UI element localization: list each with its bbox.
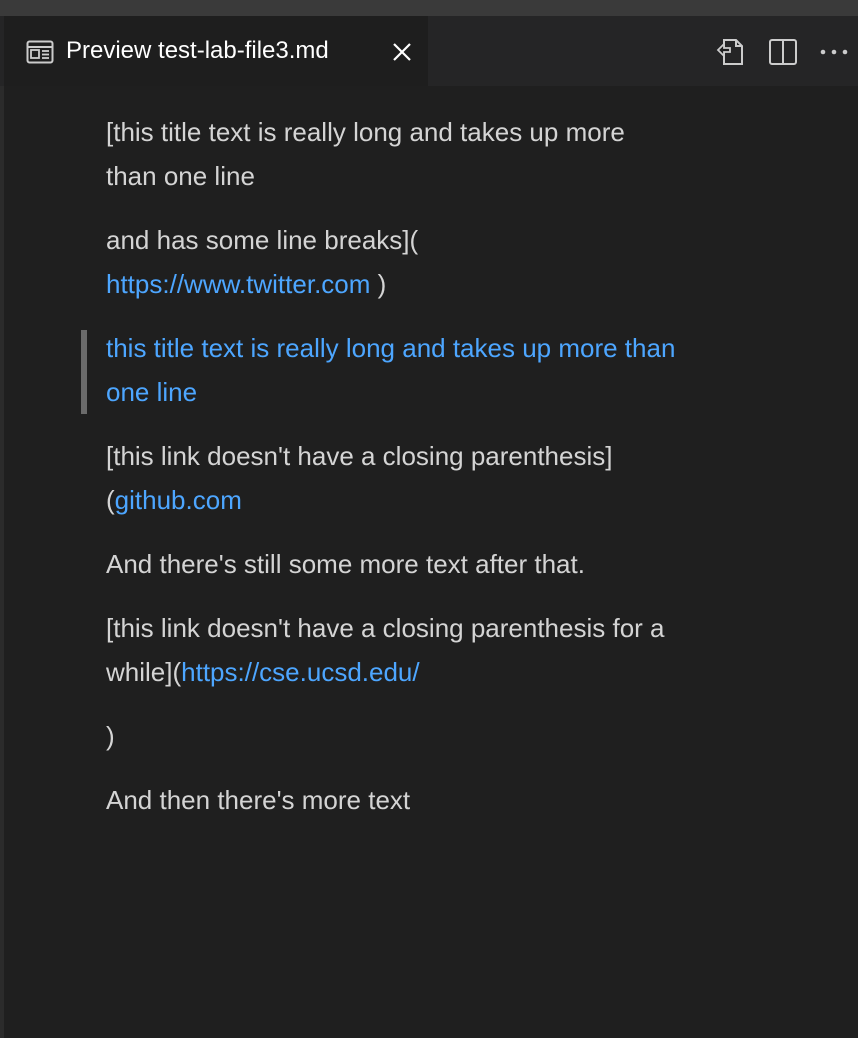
- blockquote-bar: [81, 330, 87, 414]
- text-line: and has some line breaks](: [106, 225, 419, 255]
- paragraph-2: and has some line breaks]( https://www.t…: [106, 218, 766, 306]
- paragraph-7: And then there's more text: [106, 785, 411, 815]
- paragraph-4: And there's still some more text after t…: [106, 549, 585, 579]
- title-bar-strip: [0, 0, 858, 16]
- text-line: [this link doesn't have a closing parent…: [106, 441, 613, 471]
- text-suffix: ): [370, 269, 387, 299]
- paragraph-6: ): [106, 721, 115, 751]
- blockquote-link[interactable]: this title text is really long and takes…: [106, 333, 675, 407]
- more-actions-icon[interactable]: [817, 36, 851, 68]
- text-line: one line: [106, 377, 198, 407]
- open-source-icon[interactable]: [714, 36, 748, 68]
- text-line: than one line: [106, 161, 255, 191]
- text-line: [this link doesn't have a closing parent…: [106, 613, 665, 643]
- markdown-content: [this title text is really long and take…: [81, 110, 766, 842]
- paragraph-1: [this title text is really long and take…: [106, 110, 766, 198]
- paragraph-5: [this link doesn't have a closing parent…: [106, 606, 766, 694]
- paragraph-3: [this link doesn't have a closing parent…: [106, 434, 766, 522]
- text-prefix: (: [106, 485, 115, 515]
- preview-icon: [26, 40, 54, 64]
- github-link[interactable]: github.com: [115, 485, 242, 515]
- tab-bar: Preview test-lab-file3.md: [0, 16, 858, 86]
- cse-ucsd-link[interactable]: https://cse.ucsd.edu/: [181, 657, 419, 687]
- tab-title: Preview test-lab-file3.md: [66, 37, 329, 64]
- split-editor-icon[interactable]: [766, 36, 800, 68]
- text-line: [this title text is really long and take…: [106, 117, 625, 147]
- blockquote: this title text is really long and takes…: [81, 326, 766, 414]
- tab-preview[interactable]: Preview test-lab-file3.md: [4, 16, 428, 86]
- text-line: this title text is really long and takes…: [106, 333, 676, 363]
- twitter-link[interactable]: https://www.twitter.com: [106, 269, 370, 299]
- text-prefix: while](: [106, 657, 182, 687]
- close-icon[interactable]: [390, 40, 414, 64]
